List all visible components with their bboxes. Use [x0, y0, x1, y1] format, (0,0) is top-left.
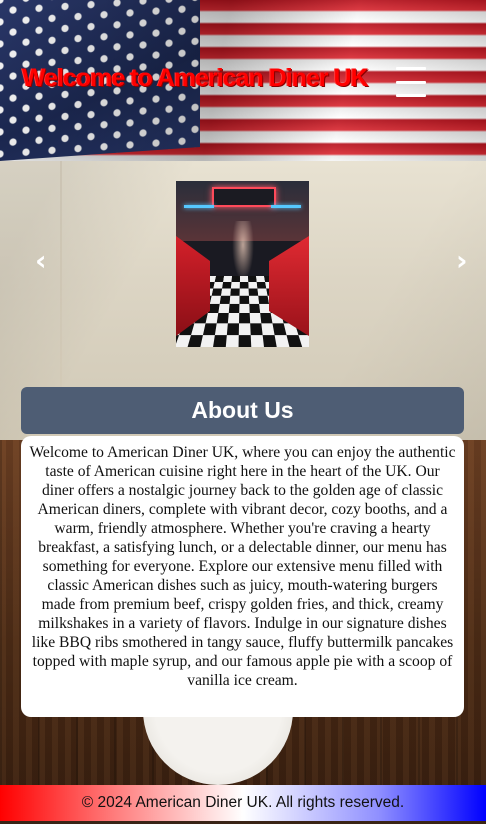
carousel-image-diner-interior	[176, 181, 309, 347]
site-title: Welcome to American Diner UK	[22, 64, 369, 92]
footer-copyright: © 2024 American Diner UK. All rights res…	[81, 794, 405, 811]
site-footer: © 2024 American Diner UK. All rights res…	[0, 785, 486, 821]
hamburger-menu-icon[interactable]	[396, 67, 426, 97]
carousel-prev-button[interactable]: ‹	[35, 247, 47, 275]
carousel-next-button[interactable]: ›	[456, 247, 468, 275]
about-heading-box: About Us	[21, 387, 464, 434]
about-card: Welcome to American Diner UK, where you …	[21, 436, 464, 717]
about-heading: About Us	[191, 397, 294, 423]
image-carousel: ‹ ›	[0, 161, 486, 371]
about-text: Welcome to American Diner UK, where you …	[29, 444, 456, 689]
site-header: Welcome to American Diner UK	[0, 0, 486, 161]
